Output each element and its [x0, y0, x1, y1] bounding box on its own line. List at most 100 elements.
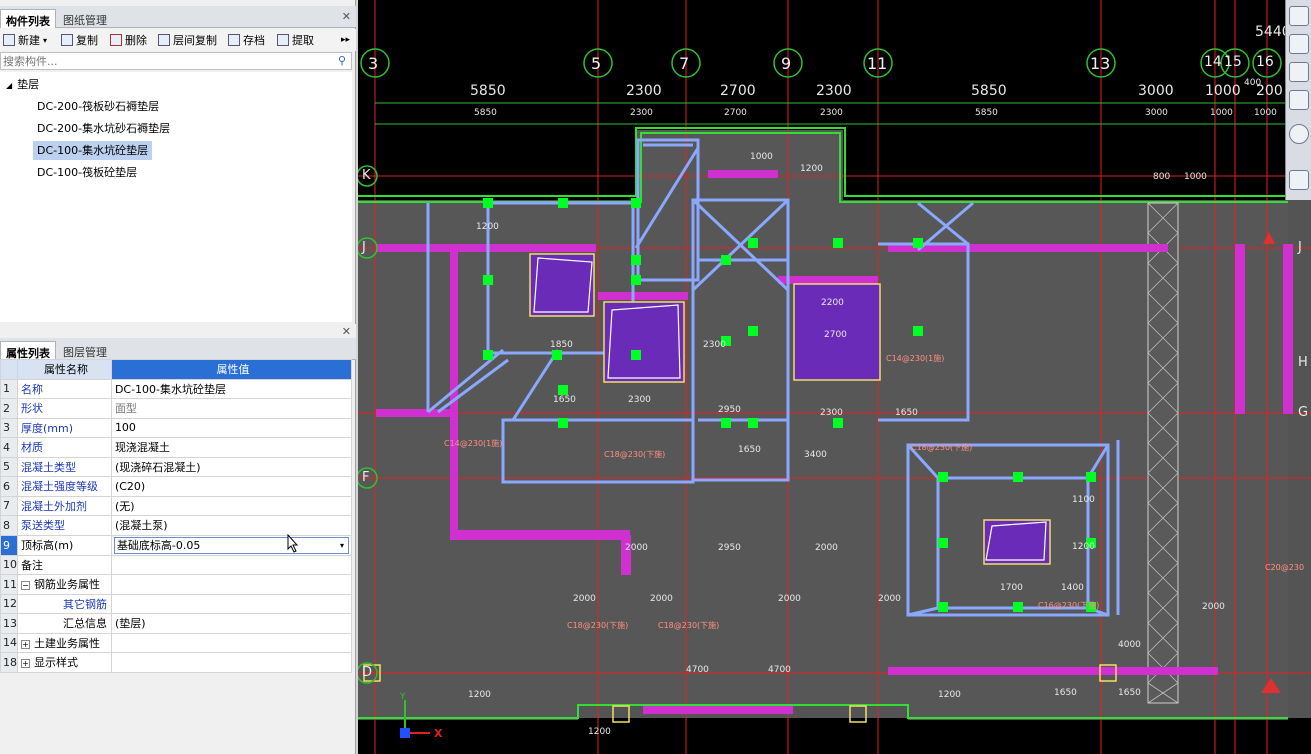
property-value[interactable]: DC-100-集水坑砼垫层: [110, 378, 353, 399]
component-toolbar: 新建 ▾ 复制 删除 层间复制 存档 提取 ▸▸: [0, 29, 356, 51]
property-value: [110, 574, 353, 595]
row-number: 11: [0, 574, 18, 595]
top-elevation-select[interactable]: 基础底标高-0.05 ▾: [110, 534, 353, 556]
delete-button[interactable]: 删除: [110, 31, 147, 49]
property-value[interactable]: (C20): [110, 476, 353, 497]
rebar-label: C16@230(下施): [1038, 601, 1100, 610]
property-value[interactable]: (无): [110, 495, 353, 516]
copy-button[interactable]: 复制: [61, 31, 98, 49]
extract-button[interactable]: 提取: [277, 31, 314, 49]
property-name: 其它钢筋: [17, 593, 112, 614]
dimension-text: 2000: [625, 543, 648, 553]
floor-copy-button[interactable]: 层间复制: [158, 31, 217, 49]
row-number: 14: [0, 632, 18, 653]
cube-view-icon[interactable]: [1289, 90, 1309, 110]
close-icon[interactable]: ✕: [342, 325, 351, 338]
table-row[interactable]: 12 其它钢筋: [0, 593, 353, 614]
table-row[interactable]: 13 汇总信息 (垫层): [0, 613, 353, 634]
dimension-text: 2000: [1202, 602, 1225, 612]
table-row[interactable]: 6 混凝土强度等级 (C20): [0, 476, 353, 497]
chevron-down-icon[interactable]: ▾: [340, 541, 344, 550]
property-value[interactable]: (垫层): [110, 613, 353, 634]
table-row[interactable]: 10 备注: [0, 554, 353, 575]
table-row[interactable]: 5 混凝土类型 (现浇碎石混凝土): [0, 456, 353, 477]
property-value: 面型: [110, 398, 353, 419]
property-value[interactable]: [110, 593, 353, 614]
dimension-text: 2700: [824, 330, 847, 340]
dimension-text: 2300: [703, 340, 726, 350]
table-row[interactable]: 3 厚度(mm) 100: [0, 417, 353, 438]
save-button[interactable]: 存档: [228, 31, 265, 49]
table-row[interactable]: 8 泵送类型 (混凝土泵): [0, 515, 353, 536]
dimension-text: 1650: [895, 408, 918, 418]
tree-item[interactable]: DC-100-筏板砼垫层: [37, 163, 137, 182]
row-number: 13: [0, 613, 18, 634]
mouse-cursor-icon: [287, 534, 299, 553]
dimension-text: 3000: [1145, 108, 1168, 118]
row-number: 6: [0, 476, 18, 497]
property-name: 备注: [17, 554, 112, 575]
search-icon[interactable]: ⚲: [338, 54, 346, 67]
tab-property-list[interactable]: 属性列表: [0, 341, 56, 360]
property-name: 材质: [17, 437, 112, 458]
rotate-icon[interactable]: [1289, 124, 1309, 144]
row-number: 5: [0, 456, 18, 477]
property-value[interactable]: 现浇混凝土: [110, 437, 353, 458]
panel-splitter[interactable]: ✕: [0, 324, 356, 338]
property-name: 混凝土外加剂: [17, 495, 112, 516]
dimension-text: 2300: [626, 83, 662, 99]
property-value[interactable]: (现浇碎石混凝土): [110, 456, 353, 477]
table-row[interactable]: 7 混凝土外加剂 (无): [0, 495, 353, 516]
property-name: 混凝土类型: [17, 456, 112, 477]
component-search: ⚲: [0, 52, 352, 70]
search-input[interactable]: [1, 53, 321, 69]
tree-item[interactable]: DC-200-集水坑砂石褥垫层: [37, 119, 170, 138]
dimension-text: 2300: [630, 108, 653, 118]
tree-item-selected[interactable]: DC-100-集水坑砼垫层: [33, 141, 153, 160]
dimension-text: 2950: [718, 543, 741, 553]
expand-plus-icon[interactable]: +: [21, 639, 30, 649]
tree-item[interactable]: DC-200-筏板砂石褥垫层: [37, 97, 159, 116]
chevron-down-icon[interactable]: ▾: [43, 36, 47, 45]
property-panel-tabbar: 属性列表 图层管理: [0, 338, 356, 360]
collapse-minus-icon[interactable]: −: [21, 581, 30, 591]
dimension-text: 2300: [820, 408, 843, 418]
rebar-label: C14@230(1施): [886, 354, 945, 363]
table-row-group[interactable]: 14 + 土建业务属性: [0, 632, 353, 653]
rebar-label: C18@230(下施): [658, 621, 720, 630]
dimension-text: 1000: [1210, 108, 1233, 118]
tab-layer-management[interactable]: 图层管理: [58, 341, 112, 360]
axis-label-top: 3: [368, 54, 379, 73]
tree-root[interactable]: ◢ 垫层: [6, 75, 39, 94]
orbit-icon[interactable]: [1289, 6, 1309, 26]
dimension-text: 3400: [804, 450, 827, 460]
property-value[interactable]: (混凝土泵): [110, 515, 353, 536]
cad-canvas[interactable]: 3 5 7 9 11 13 14 15 16 K J F D J H G 544…: [358, 0, 1311, 754]
front-view-icon[interactable]: [1289, 62, 1309, 82]
table-row[interactable]: 4 材质 现浇混凝土: [0, 437, 353, 458]
group-label: 土建业务属性: [34, 636, 100, 650]
new-button[interactable]: 新建 ▾: [3, 31, 47, 49]
property-value[interactable]: [110, 554, 353, 575]
dimension-text: 2200: [821, 298, 844, 308]
row-number: 8: [0, 515, 18, 536]
close-icon[interactable]: ✕: [342, 10, 351, 23]
property-name: 汇总信息: [17, 613, 112, 634]
table-row-group[interactable]: 18 + 显示样式: [0, 652, 353, 673]
toolbar-more-button[interactable]: ▸▸: [341, 31, 350, 49]
layer-list-icon[interactable]: [1289, 170, 1309, 190]
property-name: 形状: [17, 398, 112, 419]
table-row[interactable]: 1 名称 DC-100-集水坑砼垫层: [0, 378, 353, 399]
tab-component-list[interactable]: 构件列表: [0, 9, 56, 28]
axis-label-left: K: [362, 168, 371, 183]
property-value[interactable]: 100: [110, 417, 353, 438]
tab-drawing-management[interactable]: 图纸管理: [58, 9, 112, 28]
component-tree: ◢ 垫层 DC-200-筏板砂石褥垫层 DC-200-集水坑砂石褥垫层 DC-10…: [0, 72, 352, 322]
expand-plus-icon[interactable]: +: [21, 659, 30, 669]
table-row-group[interactable]: 11 − 钢筋业务属性: [0, 574, 353, 595]
rebar-label: C18@230(下施): [604, 450, 666, 459]
3d-view-icon[interactable]: [1289, 34, 1309, 54]
collapse-triangle-icon[interactable]: ◢: [6, 81, 12, 90]
row-number: 9: [0, 534, 18, 556]
table-row[interactable]: 2 形状 面型: [0, 398, 353, 419]
